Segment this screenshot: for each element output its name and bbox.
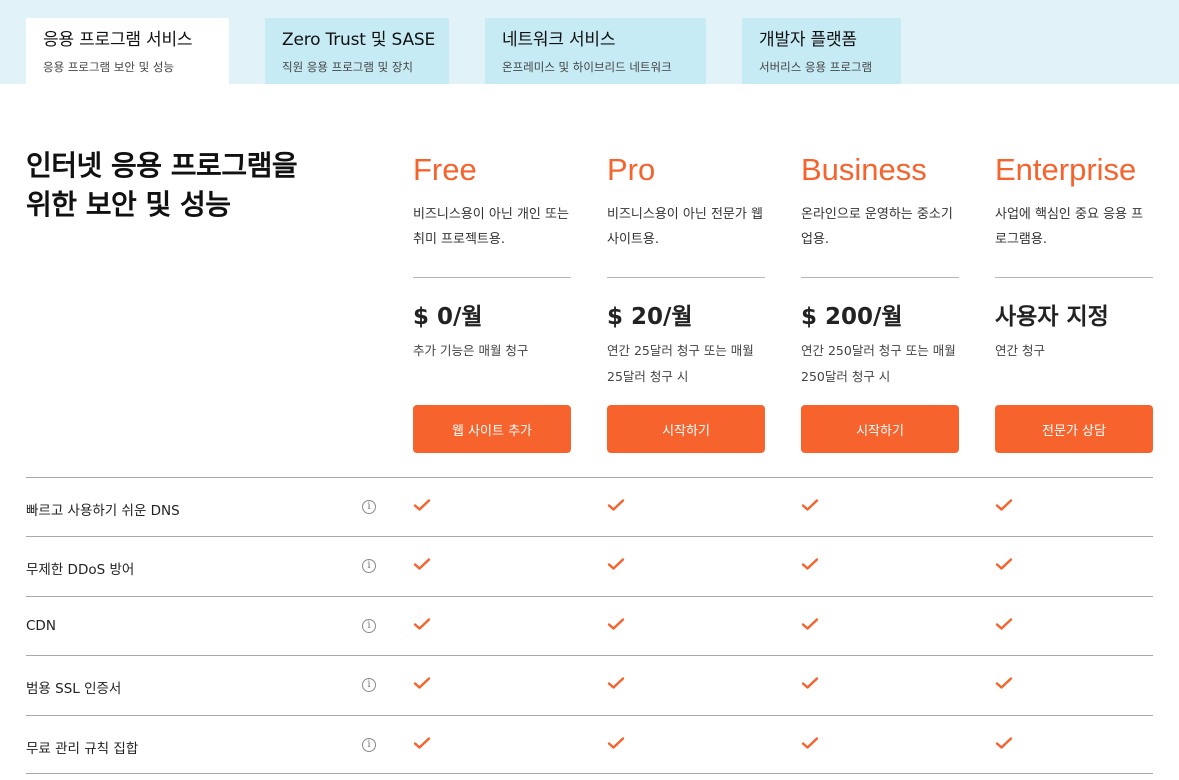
plan-price: $ 200/월 bbox=[801, 304, 903, 330]
tab-subtitle: 응용 프로그램 보안 및 성능 bbox=[43, 60, 175, 74]
get-started-business-button[interactable]: 시작하기 bbox=[801, 405, 959, 453]
page-heading: 인터넷 응용 프로그램을 위한 보안 및 성능 bbox=[26, 146, 298, 224]
feature-row-ddos: 무제한 DDoS 방어 i bbox=[26, 536, 1153, 595]
check-icon bbox=[995, 736, 1013, 749]
get-started-pro-button[interactable]: 시작하기 bbox=[607, 405, 765, 453]
plan-billing-note: 연간 25달러 청구 또는 매월 25달러 청구 시 bbox=[607, 343, 754, 384]
feature-label: 무료 관리 규칙 집합 bbox=[26, 740, 139, 757]
plan-billing-note: 연간 청구 bbox=[995, 343, 1045, 358]
plan-enterprise: Enterprise 사업에 핵심인 중요 응용 프로그램용. 사용자 지정 연… bbox=[995, 150, 1153, 453]
plan-name: Enterprise bbox=[995, 152, 1137, 187]
info-icon[interactable]: i bbox=[362, 559, 376, 574]
info-icon[interactable]: i bbox=[362, 500, 376, 514]
check-icon bbox=[607, 736, 625, 749]
check-icon bbox=[607, 558, 625, 571]
tab-subtitle: 서버리스 응용 프로그램 bbox=[759, 60, 873, 74]
feature-row-ssl: 범용 SSL 인증서 i bbox=[26, 655, 1153, 714]
heading-line-1: 인터넷 응용 프로그램을 bbox=[26, 149, 298, 182]
check-icon bbox=[801, 736, 819, 749]
check-icon bbox=[607, 618, 625, 630]
check-icon bbox=[413, 499, 431, 511]
plan-price: $ 0/월 bbox=[413, 304, 483, 330]
plan-pro: Pro 비즈니스용이 아닌 전문가 웹 사이트용. $ 20/월 연간 25달러… bbox=[607, 150, 765, 453]
check-icon bbox=[995, 618, 1013, 630]
plan-price: 사용자 지정 bbox=[995, 304, 1109, 330]
check-icon bbox=[995, 499, 1013, 511]
info-icon[interactable]: i bbox=[362, 737, 376, 752]
plan-billing-note: 연간 250달러 청구 또는 매월 250달러 청구 시 bbox=[801, 343, 956, 384]
plan-name: Business bbox=[801, 152, 927, 187]
tab-title: 개발자 플랫폼 bbox=[759, 30, 857, 50]
tab-title: 네트워크 서비스 bbox=[502, 30, 616, 50]
plan-name: Free bbox=[413, 152, 477, 187]
tab-developer-platform[interactable]: 개발자 플랫폼 서버리스 응용 프로그램 bbox=[742, 18, 901, 84]
check-icon bbox=[801, 618, 819, 630]
tab-title: Zero Trust 및 SASE bbox=[282, 30, 436, 50]
check-icon bbox=[413, 558, 431, 571]
feature-label: 범용 SSL 인증서 bbox=[26, 681, 122, 698]
plan-description: 비즈니스용이 아닌 개인 또는 취미 프로젝트용. bbox=[413, 207, 569, 247]
check-icon bbox=[801, 499, 819, 511]
plan-divider bbox=[801, 277, 959, 278]
plan-description: 비즈니스용이 아닌 전문가 웹 사이트용. bbox=[607, 207, 763, 247]
plan-description: 온라인으로 운영하는 중소기업용. bbox=[801, 207, 953, 247]
check-icon bbox=[801, 677, 819, 689]
tab-network-services[interactable]: 네트워크 서비스 온프레미스 및 하이브리드 네트워크 bbox=[485, 18, 706, 84]
plan-price: $ 20/월 bbox=[607, 304, 693, 330]
check-icon bbox=[413, 736, 431, 749]
plan-description: 사업에 핵심인 중요 응용 프로그램용. bbox=[995, 207, 1144, 247]
heading-line-2: 위한 보안 및 성능 bbox=[26, 188, 231, 221]
feature-row-managed-rules: 무료 관리 규칙 집합 i bbox=[26, 714, 1153, 774]
info-icon[interactable]: i bbox=[362, 618, 376, 633]
add-website-button[interactable]: 웹 사이트 추가 bbox=[413, 405, 571, 453]
tab-title: 응용 프로그램 서비스 bbox=[43, 30, 193, 50]
feature-comparison-table: 빠르고 사용하기 쉬운 DNS i 무제한 DDoS 방어 i CDN i 범용… bbox=[26, 477, 1153, 774]
tab-subtitle: 온프레미스 및 하이브리드 네트워크 bbox=[502, 60, 672, 74]
feature-row-cdn: CDN i bbox=[26, 595, 1153, 655]
check-icon bbox=[607, 499, 625, 511]
check-icon bbox=[607, 677, 625, 689]
tab-zero-trust-sase[interactable]: Zero Trust 및 SASE 직원 응용 프로그램 및 장치 bbox=[265, 18, 449, 84]
plan-divider bbox=[995, 277, 1153, 278]
contact-expert-button[interactable]: 전문가 상담 bbox=[995, 405, 1153, 453]
tab-application-services[interactable]: 응용 프로그램 서비스 응용 프로그램 보안 및 성능 bbox=[26, 18, 229, 84]
check-icon bbox=[995, 677, 1013, 689]
check-icon bbox=[413, 677, 431, 689]
info-icon[interactable]: i bbox=[362, 678, 376, 693]
check-icon bbox=[995, 558, 1013, 571]
check-icon bbox=[801, 558, 819, 571]
feature-label: 무제한 DDoS 방어 bbox=[26, 562, 135, 579]
plan-name: Pro bbox=[607, 152, 656, 187]
tab-subtitle: 직원 응용 프로그램 및 장치 bbox=[282, 60, 414, 74]
plan-billing-note: 추가 기능은 매월 청구 bbox=[413, 343, 529, 358]
plan-business: Business 온라인으로 운영하는 중소기업용. $ 200/월 연간 25… bbox=[801, 150, 959, 453]
feature-label: CDN bbox=[26, 617, 56, 634]
feature-row-dns: 빠르고 사용하기 쉬운 DNS i bbox=[26, 477, 1153, 536]
plan-divider bbox=[413, 277, 571, 278]
check-icon bbox=[413, 618, 431, 630]
product-tab-bar: 응용 프로그램 서비스 응용 프로그램 보안 및 성능 Zero Trust 및… bbox=[0, 0, 1179, 84]
plan-free: Free 비즈니스용이 아닌 개인 또는 취미 프로젝트용. $ 0/월 추가 … bbox=[413, 150, 571, 453]
feature-label: 빠르고 사용하기 쉬운 DNS bbox=[26, 503, 180, 519]
plan-divider bbox=[607, 277, 765, 278]
